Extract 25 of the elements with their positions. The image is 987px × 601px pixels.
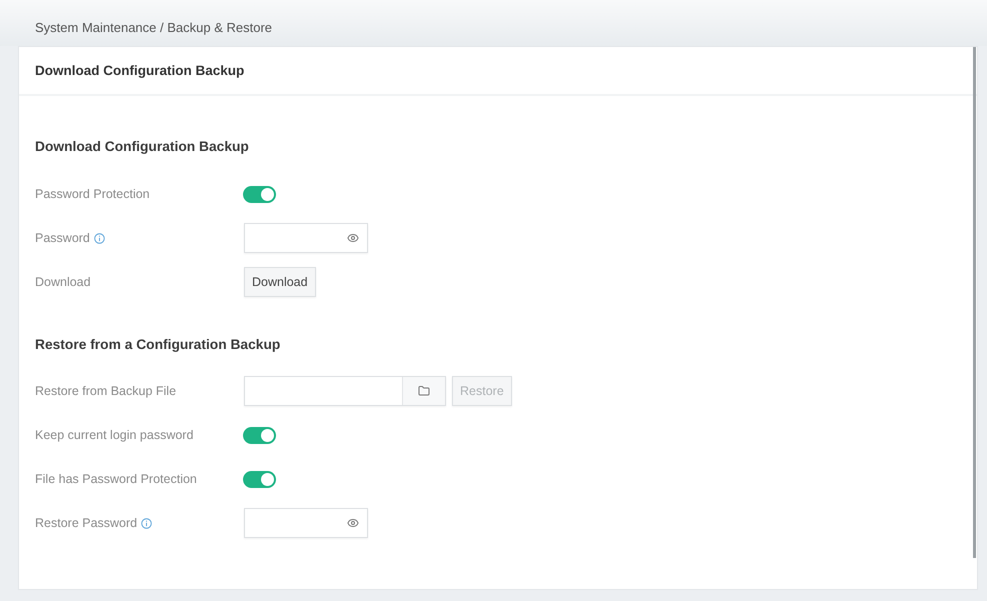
section-title: Restore from a Configuration Backup: [35, 336, 280, 354]
field-label: Password: [35, 231, 90, 245]
toggle-switch[interactable]: [243, 186, 276, 202]
scrollbar[interactable]: [973, 47, 976, 558]
eye-icon[interactable]: [347, 232, 359, 244]
eye-icon[interactable]: [347, 517, 359, 529]
field-label: Password Protection: [35, 187, 150, 201]
field-label: File has Password Protection: [35, 472, 197, 486]
download-button[interactable]: Download: [244, 267, 316, 297]
breadcrumb: System Maintenance / Backup & Restore: [35, 20, 272, 34]
file-field[interactable]: [244, 376, 446, 406]
section-title: Download Configuration Backup: [35, 138, 249, 156]
toggle-switch[interactable]: [243, 426, 276, 444]
field-label: Restore from Backup File: [35, 384, 176, 398]
browse-button[interactable]: [402, 377, 445, 405]
password-field[interactable]: [244, 223, 368, 253]
field-label: Restore Password: [35, 516, 138, 530]
folder-icon: [418, 385, 430, 397]
field-label: Keep current login password: [35, 428, 194, 442]
info-icon[interactable]: [141, 518, 152, 528]
password-field[interactable]: [244, 508, 368, 538]
info-icon[interactable]: [94, 232, 105, 244]
card-title: Download Configuration Backup: [35, 63, 244, 78]
toggle-switch[interactable]: [243, 470, 276, 488]
field-label: Download: [35, 275, 91, 289]
